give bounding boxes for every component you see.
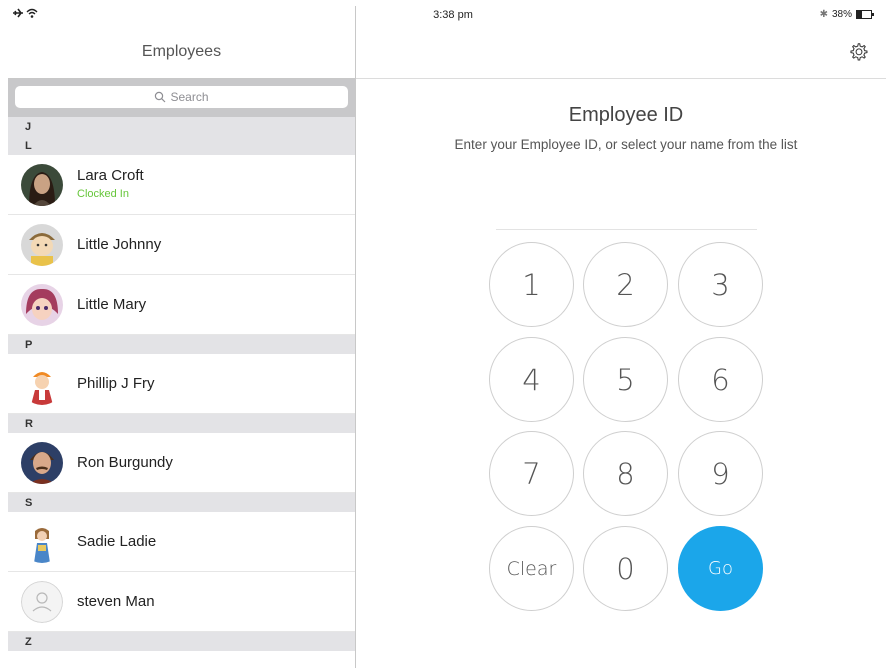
key-5[interactable]: 5 (583, 337, 668, 422)
search-bar: Search (8, 79, 355, 117)
clocked-in-status: Clocked In (77, 188, 129, 200)
go-button[interactable]: Go (678, 526, 763, 611)
key-7[interactable]: 7 (489, 431, 574, 516)
avatar (21, 164, 63, 206)
key-9[interactable]: 9 (678, 431, 763, 516)
section-header-p: P (8, 335, 355, 354)
avatar (21, 363, 63, 405)
employee-name: Lara Croft (77, 167, 144, 184)
employee-row-little-mary[interactable]: Little Mary (8, 275, 355, 335)
employee-row-lara-croft[interactable]: Lara Croft Clocked In (8, 155, 355, 215)
employee-id-instructions: Enter your Employee ID, or select your n… (454, 137, 798, 152)
section-header-r: R (8, 414, 355, 433)
employee-id-underline (496, 229, 757, 230)
key-1[interactable]: 1 (489, 242, 574, 327)
search-icon (155, 91, 166, 103)
battery-percent: 38% (831, 9, 852, 20)
search-placeholder: Search (170, 90, 209, 104)
section-header-l: L (8, 136, 355, 155)
employee-list-panel: Employees Search J L Lara Croft Clocked … (8, 0, 355, 668)
key-2[interactable]: 2 (583, 242, 668, 327)
employee-name: steven Man (77, 593, 155, 610)
employee-name: Little Johnny (77, 236, 162, 253)
avatar (21, 442, 63, 484)
key-6[interactable]: 6 (678, 337, 763, 422)
avatar (21, 224, 63, 266)
right-header-divider (356, 78, 886, 79)
key-8[interactable]: 8 (583, 431, 668, 516)
status-right: ✱ 38% (819, 9, 874, 20)
left-header: Employees (8, 0, 355, 79)
employee-id-title: Employee ID (568, 104, 684, 126)
person-placeholder-icon (21, 581, 63, 623)
section-header-j: J (8, 117, 355, 136)
bluetooth-icon: ✱ (819, 9, 828, 20)
search-input[interactable]: Search (15, 86, 348, 108)
key-0[interactable]: 0 (583, 526, 668, 611)
key-3[interactable]: 3 (678, 242, 763, 327)
avatar (21, 284, 63, 326)
employee-name: Ron Burgundy (77, 454, 173, 471)
avatar (21, 521, 63, 563)
employee-row-little-johnny[interactable]: Little Johnny (8, 215, 355, 275)
gear-icon[interactable] (848, 41, 870, 63)
employee-id-field[interactable] (496, 205, 757, 227)
battery-icon (856, 10, 874, 19)
employee-name: Phillip J Fry (77, 375, 155, 392)
section-header-z: Z (8, 632, 355, 651)
key-4[interactable]: 4 (489, 337, 574, 422)
section-header-s: S (8, 493, 355, 512)
employee-list: J L Lara Croft Clocked In Little Johnny (8, 117, 355, 651)
employee-row-sadie-ladie[interactable]: Sadie Ladie (8, 512, 355, 572)
employees-title: Employees (141, 43, 222, 60)
employee-row-steven-man[interactable]: steven Man (8, 572, 355, 632)
employee-name: Little Mary (77, 296, 147, 313)
employee-name: Sadie Ladie (77, 533, 157, 550)
clear-button[interactable]: Clear (489, 526, 574, 611)
employee-row-ron-burgundy[interactable]: Ron Burgundy (8, 433, 355, 493)
employee-row-phillip-j-fry[interactable]: Phillip J Fry (8, 354, 355, 414)
